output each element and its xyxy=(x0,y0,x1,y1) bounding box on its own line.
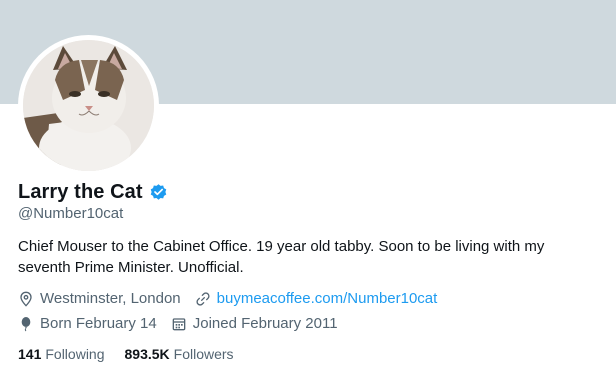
birthday-item: Born February 14 xyxy=(18,315,157,332)
bio-line: Chief Mouser to the Cabinet Office. 19 y… xyxy=(18,238,545,255)
joined-text: Joined February 2011 xyxy=(192,315,338,332)
profile-name: Larry the Cat xyxy=(18,181,143,203)
following-link[interactable]: 141 Following xyxy=(18,346,105,362)
followers-count: 893.5K xyxy=(124,346,170,362)
location-icon xyxy=(20,291,32,307)
balloon-icon xyxy=(21,316,31,331)
location-text: Westminster, London xyxy=(40,290,181,307)
avatar[interactable] xyxy=(23,40,154,171)
bio-line: seventh Prime Minister. Unofficial. xyxy=(18,259,244,276)
website-item[interactable]: buymeacoffee.com/Number10cat xyxy=(195,290,438,307)
verified-badge-icon[interactable] xyxy=(149,183,168,202)
location-item: Westminster, London xyxy=(18,290,181,307)
profile-handle: @Number10cat xyxy=(18,205,124,222)
link-icon xyxy=(196,291,210,306)
followers-link[interactable]: 893.5K Followers xyxy=(125,346,234,362)
calendar-icon xyxy=(172,317,186,330)
joined-item: Joined February 2011 xyxy=(171,315,338,332)
birthday-text: Born February 14 xyxy=(40,315,157,332)
website-link[interactable]: buymeacoffee.com/Number10cat xyxy=(217,290,438,307)
following-label: Following xyxy=(45,346,105,362)
following-count: 141 xyxy=(18,346,42,362)
profile-bio: Chief Mouser to the Cabinet Office. 19 y… xyxy=(18,236,603,278)
cat-photo xyxy=(23,40,154,171)
followers-label: Followers xyxy=(173,346,234,362)
